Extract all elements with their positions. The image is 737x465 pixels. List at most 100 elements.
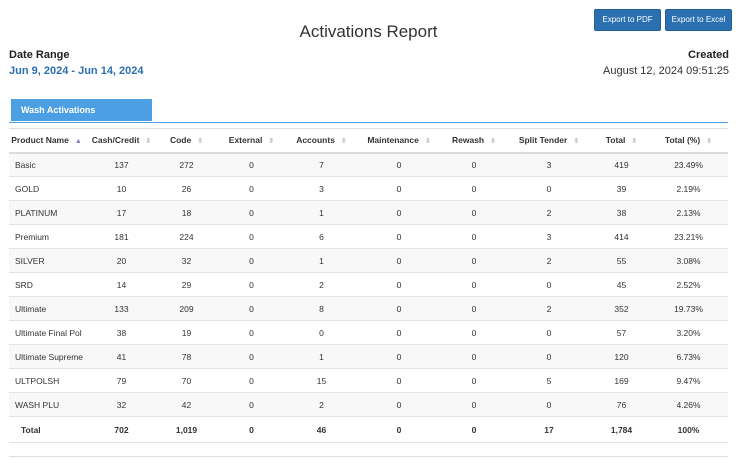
table-cell: 1: [289, 200, 354, 225]
column-header-total[interactable]: Total (%) ⬍: [649, 128, 728, 154]
table-cell: 0: [214, 272, 289, 297]
total-cell: 0: [354, 416, 444, 443]
table-row: SRD 14 29 0 2 0 0 0 45 2.52%: [9, 272, 728, 297]
activations-table: Product Name ▲ Cash/Credit ⬍ Code ⬍ External ⬍ A…: [9, 128, 728, 443]
sort-icon[interactable]: ⬍: [425, 138, 431, 145]
table-cell: 39: [594, 176, 649, 201]
column-header-external[interactable]: External ⬍: [214, 128, 289, 154]
table-body: Basic 137 272 0 7 0 0 3 419 23.49% GOLD 10 26 0 3 0 0 0 39…: [9, 152, 728, 443]
table-cell: 79: [84, 368, 159, 393]
product-name-cell: GOLD: [9, 176, 84, 201]
table-cell: 2: [289, 392, 354, 417]
table-cell: 2: [504, 248, 594, 273]
table-cell: 0: [354, 152, 444, 177]
table-cell: 0: [504, 176, 594, 201]
table-row: WASH PLU 32 42 0 2 0 0 0 76 4.26%: [9, 392, 728, 417]
table-row: Ultimate 133 209 0 8 0 0 2 352 19.73%: [9, 296, 728, 321]
table-cell: 0: [444, 176, 504, 201]
table-cell: 1: [289, 344, 354, 369]
table-cell: 0: [214, 200, 289, 225]
table-cell: 0: [354, 392, 444, 417]
table-cell: 42: [159, 392, 214, 417]
table-cell: 70: [159, 368, 214, 393]
table-header-row: Product Name ▲ Cash/Credit ⬍ Code ⬍ External ⬍ A…: [9, 128, 728, 154]
table-cell: 414: [594, 224, 649, 249]
table-cell: 0: [354, 224, 444, 249]
table-cell: 23.21%: [649, 224, 728, 249]
product-name-cell: PLATINUM: [9, 200, 84, 225]
table-cell: 8: [289, 296, 354, 321]
table-cell: 0: [214, 392, 289, 417]
table-bottom-divider: [9, 456, 728, 457]
table-cell: 0: [444, 248, 504, 273]
table-cell: 17: [84, 200, 159, 225]
table-cell: 2.19%: [649, 176, 728, 201]
sort-ascending-icon[interactable]: ▲: [75, 138, 82, 145]
table-cell: 26: [159, 176, 214, 201]
column-header-cash-credit[interactable]: Cash/Credit ⬍: [84, 128, 159, 154]
column-header-label: Code: [169, 135, 192, 146]
column-header-label: Maintenance: [367, 135, 419, 146]
column-header-label: Total (%): [664, 135, 701, 146]
total-label: Total: [9, 416, 84, 443]
table-cell: 0: [214, 248, 289, 273]
table-cell: 0: [444, 368, 504, 393]
sort-icon[interactable]: ⬍: [631, 138, 637, 145]
table-cell: 0: [444, 392, 504, 417]
product-name-cell: Premium: [9, 224, 84, 249]
export-excel-button[interactable]: Export to Excel: [665, 9, 732, 31]
column-header-accounts[interactable]: Accounts ⬍: [289, 128, 354, 154]
column-header-label: Accounts: [296, 135, 335, 146]
column-header-code[interactable]: Code ⬍: [159, 128, 214, 154]
sort-icon[interactable]: ⬍: [490, 138, 496, 145]
column-header-rewash[interactable]: Rewash ⬍: [444, 128, 504, 154]
total-cell: 17: [504, 416, 594, 443]
table-cell: 0: [214, 320, 289, 345]
table-cell: 19: [159, 320, 214, 345]
table-cell: 0: [354, 200, 444, 225]
table-cell: 2.13%: [649, 200, 728, 225]
table-cell: 19.73%: [649, 296, 728, 321]
date-range-label: Date Range: [9, 49, 70, 61]
sort-icon[interactable]: ⬍: [706, 138, 712, 145]
table-cell: 7: [289, 152, 354, 177]
table-cell: 0: [354, 320, 444, 345]
column-header-split-tender[interactable]: Split Tender ⬍: [504, 128, 594, 154]
table-cell: 169: [594, 368, 649, 393]
table-cell: 2: [289, 272, 354, 297]
table-cell: 0: [444, 344, 504, 369]
tab-divider: [9, 122, 728, 123]
total-cell: 1,019: [159, 416, 214, 443]
table-cell: 209: [159, 296, 214, 321]
tab-wash-activations[interactable]: Wash Activations: [11, 99, 152, 121]
table-cell: 224: [159, 224, 214, 249]
table-cell: 9.47%: [649, 368, 728, 393]
table-total-row: Total 702 1,019 0 46 0 0 17 1,784 100%: [9, 416, 728, 443]
product-name-cell: Ultimate Final Pol: [9, 320, 84, 345]
column-header-maintenance[interactable]: Maintenance ⬍: [354, 128, 444, 154]
sort-icon[interactable]: ⬍: [145, 138, 151, 145]
column-header-label: Product Name: [11, 135, 69, 146]
sort-icon[interactable]: ⬍: [197, 138, 203, 145]
table-cell: 45: [594, 272, 649, 297]
column-header-product-name[interactable]: Product Name ▲: [9, 128, 84, 154]
table-cell: 0: [214, 224, 289, 249]
table-cell: 0: [214, 344, 289, 369]
product-name-cell: SILVER: [9, 248, 84, 273]
export-pdf-button[interactable]: Export to PDF: [594, 9, 661, 31]
sort-icon[interactable]: ⬍: [341, 138, 347, 145]
product-name-cell: SRD: [9, 272, 84, 297]
table-cell: 0: [354, 296, 444, 321]
table-row: SILVER 20 32 0 1 0 0 2 55 3.08%: [9, 248, 728, 273]
table-cell: 41: [84, 344, 159, 369]
total-cell: 100%: [649, 416, 728, 443]
sort-icon[interactable]: ⬍: [573, 138, 579, 145]
table-cell: 3: [504, 224, 594, 249]
column-header-total[interactable]: Total ⬍: [594, 128, 649, 154]
table-cell: 55: [594, 248, 649, 273]
table-cell: 0: [354, 248, 444, 273]
table-cell: 133: [84, 296, 159, 321]
sort-icon[interactable]: ⬍: [268, 138, 274, 145]
created-value: August 12, 2024 09:51:25: [603, 65, 729, 77]
column-header-label: Split Tender: [518, 135, 568, 146]
